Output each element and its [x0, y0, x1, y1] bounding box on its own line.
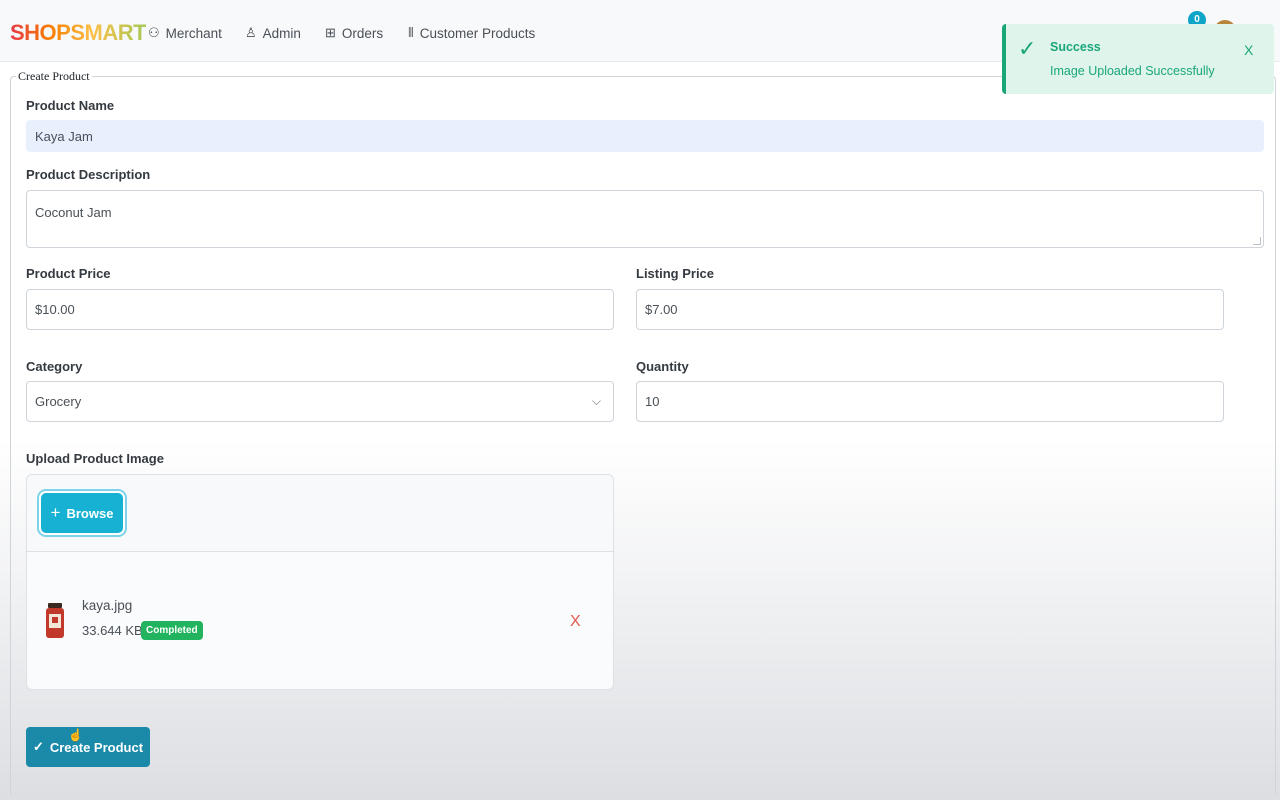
gift-icon: ⊞ [325, 25, 336, 40]
toast-message: Image Uploaded Successfully [1050, 64, 1215, 78]
file-name: kaya.jpg [82, 598, 133, 613]
product-price-value: $10.00 [35, 302, 75, 317]
jam-jar-thumbnail [46, 603, 64, 638]
merchant-icon: ⚇ [148, 25, 160, 40]
remove-file-icon[interactable]: X [570, 613, 581, 631]
nav-orders[interactable]: ⊞ Orders [325, 25, 383, 41]
nav-admin-label: Admin [262, 25, 301, 41]
chevron-down-icon: ⌵ [591, 394, 601, 408]
create-product-label: Create Product [49, 739, 144, 755]
status-badge: Completed [141, 621, 203, 640]
nav-orders-label: Orders [341, 25, 384, 41]
success-toast: ✓ Success Image Uploaded Successfully X [1002, 24, 1274, 94]
product-description-textarea[interactable]: Coconut Jam [26, 190, 1264, 248]
shopsmart-logo[interactable]: SHOPSMART [10, 20, 147, 46]
product-name-input[interactable]: Kaya Jam [26, 120, 1264, 152]
listing-price-value: $7.00 [645, 302, 678, 317]
browse-label: Browse [66, 505, 114, 521]
product-price-input[interactable]: $10.00 [26, 289, 614, 330]
toast-title: Success [1050, 40, 1101, 54]
listing-price-label: Listing Price [636, 266, 715, 281]
upload-toolbar: + Browse [27, 475, 613, 552]
browse-button[interactable]: + Browse [41, 493, 123, 533]
close-icon[interactable]: X [1244, 42, 1253, 58]
fieldset-legend: Create Product [16, 69, 92, 84]
user-icon: ♙ [245, 25, 257, 40]
success-check-icon: ✓ [1018, 36, 1037, 61]
barcode-icon: ⦀ [408, 25, 414, 40]
resize-handle[interactable] [1253, 237, 1261, 245]
product-name-label: Product Name [26, 98, 115, 113]
product-price-label: Product Price [26, 266, 111, 281]
quantity-value: 10 [645, 394, 660, 409]
file-size: 33.644 KB [82, 623, 143, 638]
upload-image-label: Upload Product Image [26, 451, 164, 466]
quantity-input[interactable]: 10 [636, 381, 1224, 422]
nav-customer-products-label: Customer Products [419, 25, 536, 41]
nav-customer-products[interactable]: ⦀ Customer Products [408, 25, 535, 41]
category-select[interactable]: Grocery ⌵ [26, 381, 614, 422]
create-product-button[interactable]: ✓ Create Product [26, 727, 150, 767]
product-name-value: Kaya Jam [35, 128, 93, 144]
file-upload: + Browse kaya.jpg 33.644 KB Completed X [26, 474, 614, 690]
quantity-label: Quantity [636, 359, 689, 374]
category-label: Category [26, 359, 83, 374]
nav-admin[interactable]: ♙ Admin [245, 25, 301, 41]
check-icon: ✓ [32, 739, 44, 754]
product-description-label: Product Description [26, 167, 151, 182]
product-description-value: Coconut Jam [35, 205, 112, 220]
listing-price-input[interactable]: $7.00 [636, 289, 1224, 330]
nav-merchant[interactable]: ⚇ Merchant [148, 25, 222, 41]
mouse-cursor-icon: ☝ [68, 728, 83, 742]
plus-icon: + [50, 503, 61, 522]
category-value: Grocery [35, 394, 82, 409]
nav-merchant-label: Merchant [165, 25, 222, 41]
